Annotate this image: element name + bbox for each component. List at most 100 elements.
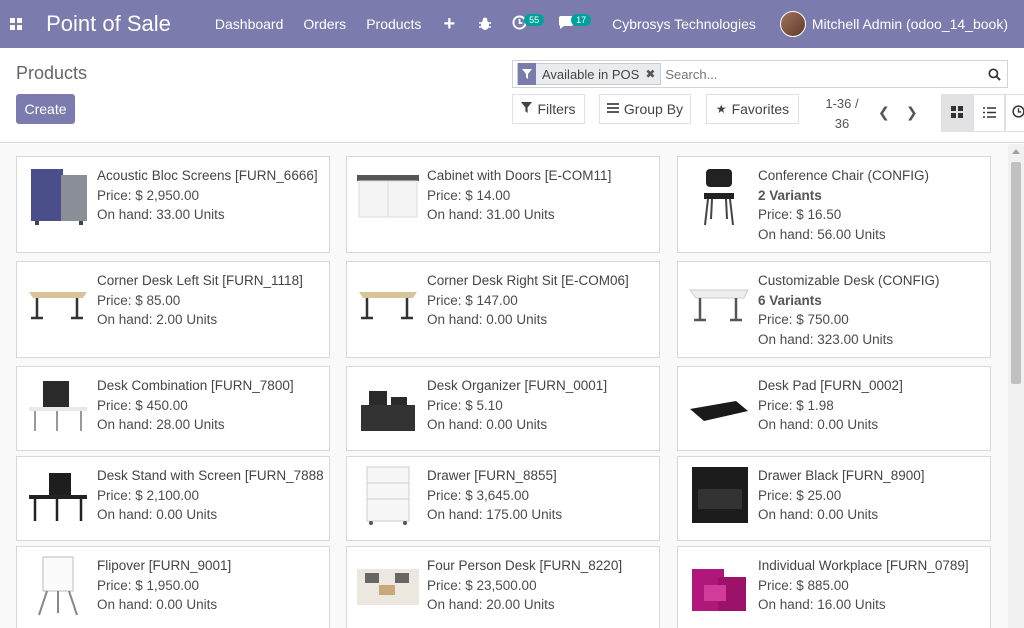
main-menu: Dashboard Orders Products (205, 16, 432, 32)
product-onhand: On hand: 56.00 Units (758, 226, 886, 242)
activity-view-button[interactable] (1005, 94, 1024, 132)
product-onhand: On hand: 16.00 Units (758, 597, 886, 612)
product-card[interactable]: Flipover [FURN_9001] Price: $ 1,950.00 On … (16, 546, 330, 628)
product-info: Desk Pad [FURN_0002] Price: $ 1.98 On hand… (758, 376, 984, 435)
favorites-button[interactable]: ★ Favorites (706, 94, 799, 124)
user-menu[interactable]: Mitchell Admin (odoo_14_book) (806, 16, 1024, 32)
desk-icon (686, 270, 752, 332)
filter-icon (521, 102, 533, 116)
product-card[interactable]: Drawer [FURN_8855] Price: $ 3,645.00 On ha… (346, 456, 660, 541)
top-navbar: Point of Sale Dashboard Orders Products … (0, 0, 1024, 48)
product-onhand: On hand: 2.00 Units (97, 312, 218, 327)
product-name: Desk Combination [FURN_7800] (97, 378, 294, 393)
product-card[interactable]: Corner Desk Right Sit [E-COM06] Price: $ … (346, 261, 660, 358)
scroll-up-arrow-icon[interactable] (1012, 149, 1020, 154)
product-onhand: On hand: 0.00 Units (758, 417, 879, 432)
favorites-label: Favorites (731, 101, 790, 117)
pager-previous-icon[interactable]: ❮ (878, 104, 890, 121)
product-price: Price: $ 23,500.00 (427, 577, 537, 593)
pager-range[interactable]: 1-36 / (820, 94, 864, 114)
product-card[interactable]: Desk Combination [FURN_7800] Price: $ 450… (16, 366, 330, 451)
filters-label: Filters (537, 101, 576, 117)
plus-icon[interactable]: + (431, 13, 465, 36)
avatar[interactable] (779, 11, 806, 37)
desk-pad-icon (686, 375, 752, 437)
search-facet: Available in POS ✖ (517, 63, 662, 85)
product-onhand: On hand: 175.00 Units (427, 507, 563, 522)
kanban-grid-icon (951, 105, 963, 121)
product-card[interactable]: Cabinet with Doors [E-COM11] Price: $ 14.… (346, 156, 660, 253)
product-info: Drawer Black [FURN_8900] Price: $ 25.00 On… (758, 466, 984, 525)
product-onhand: On hand: 28.00 Units (97, 417, 225, 432)
list-view-button[interactable] (973, 94, 1005, 132)
kanban-view-button[interactable] (941, 94, 973, 132)
messages-indicator[interactable]: 17 (551, 14, 598, 33)
drawer-icon (355, 465, 421, 527)
pager[interactable]: 1-36 / 36 (820, 94, 864, 134)
page-title: Products (16, 63, 88, 83)
search-icon[interactable] (981, 67, 1007, 81)
scrollbar-thumb[interactable] (1011, 162, 1021, 384)
product-name: Drawer [FURN_8855] (427, 468, 557, 483)
product-variants: 6 Variants (758, 292, 822, 308)
corner-desk-icon (25, 270, 91, 332)
kanban-scrollbar[interactable] (1008, 144, 1024, 628)
product-price: Price: $ 885.00 (758, 577, 849, 593)
groupby-button[interactable]: Group By (599, 94, 691, 124)
company-switcher[interactable]: Cybrosys Technologies (598, 16, 768, 32)
filter-icon (518, 63, 536, 85)
list-icon (982, 106, 996, 121)
product-info: Drawer [FURN_8855] Price: $ 3,645.00 On ha… (427, 466, 653, 525)
pager-next-icon[interactable]: ❯ (906, 104, 918, 121)
acoustic-screen-icon (25, 165, 91, 227)
menu-orders[interactable]: Orders (293, 16, 356, 32)
product-onhand: On hand: 0.00 Units (427, 312, 548, 327)
product-price: Price: $ 450.00 (97, 397, 188, 413)
product-info: Corner Desk Left Sit [FURN_1118] Price: $… (97, 271, 323, 330)
product-card[interactable]: Four Person Desk [FURN_8220] Price: $ 23,… (346, 546, 660, 628)
apps-menu-icon[interactable] (0, 0, 32, 48)
product-name: Individual Workplace [FURN_0789] (758, 558, 969, 573)
control-panel: Products Create Available in POS ✖ Filte… (0, 48, 1024, 143)
filters-button[interactable]: Filters (512, 94, 585, 124)
search-input[interactable] (661, 62, 981, 86)
product-card[interactable]: Conference Chair (CONFIG) 2 Variants Price… (677, 156, 991, 253)
product-card[interactable]: Desk Pad [FURN_0002] Price: $ 1.98 On hand… (677, 366, 991, 451)
product-info: Four Person Desk [FURN_8220] Price: $ 23,… (427, 556, 653, 615)
product-price: Price: $ 85.00 (97, 292, 181, 308)
product-onhand: On hand: 323.00 Units (758, 331, 894, 347)
facet-close-icon[interactable]: ✖ (643, 67, 660, 81)
product-card[interactable]: Customizable Desk (CONFIG) 6 Variants Pric… (677, 261, 991, 358)
app-title[interactable]: Point of Sale (46, 11, 205, 37)
product-card[interactable]: Desk Stand with Screen [FURN_7888] Price:… (16, 456, 330, 541)
product-name: Desk Organizer [FURN_0001] (427, 378, 608, 393)
product-name: Cabinet with Doors [E-COM11] (427, 168, 612, 183)
product-card[interactable]: Acoustic Bloc Screens [FURN_6666] Price: … (16, 156, 330, 253)
product-card[interactable]: Corner Desk Left Sit [FURN_1118] Price: $… (16, 261, 330, 358)
systray: 55 17 Cybrosys Technologies Mitchell Adm… (465, 0, 1024, 48)
messages-badge: 17 (571, 14, 592, 26)
product-card[interactable]: Desk Organizer [FURN_0001] Price: $ 5.10 O… (346, 366, 660, 451)
product-name: Conference Chair (CONFIG) (758, 168, 930, 183)
product-price: Price: $ 147.00 (427, 292, 518, 308)
groupby-label: Group By (623, 101, 684, 117)
product-price: Price: $ 2,100.00 (97, 487, 200, 503)
product-price: Price: $ 25.00 (758, 487, 842, 503)
product-card[interactable]: Individual Workplace [FURN_0789] Price: $… (677, 546, 991, 628)
activity-indicator[interactable]: 55 (505, 14, 551, 33)
desk-combination-icon (25, 375, 91, 437)
product-price: Price: $ 14.00 (427, 187, 511, 203)
menu-dashboard[interactable]: Dashboard (205, 16, 294, 32)
list-bars-icon (606, 102, 619, 116)
product-info: Corner Desk Right Sit [E-COM06] Price: $ … (427, 271, 653, 330)
product-price: Price: $ 3,645.00 (427, 487, 530, 503)
product-info: Desk Organizer [FURN_0001] Price: $ 5.10 O… (427, 376, 653, 435)
product-onhand: On hand: 33.00 Units (97, 207, 225, 222)
product-onhand: On hand: 20.00 Units (427, 597, 555, 612)
facet-label: Available in POS (542, 66, 640, 82)
create-button[interactable]: Create (16, 94, 75, 124)
menu-products[interactable]: Products (356, 16, 431, 32)
bug-icon[interactable] (465, 17, 505, 31)
product-card[interactable]: Drawer Black [FURN_8900] Price: $ 25.00 On… (677, 456, 991, 541)
product-price: Price: $ 1.98 (758, 397, 834, 413)
